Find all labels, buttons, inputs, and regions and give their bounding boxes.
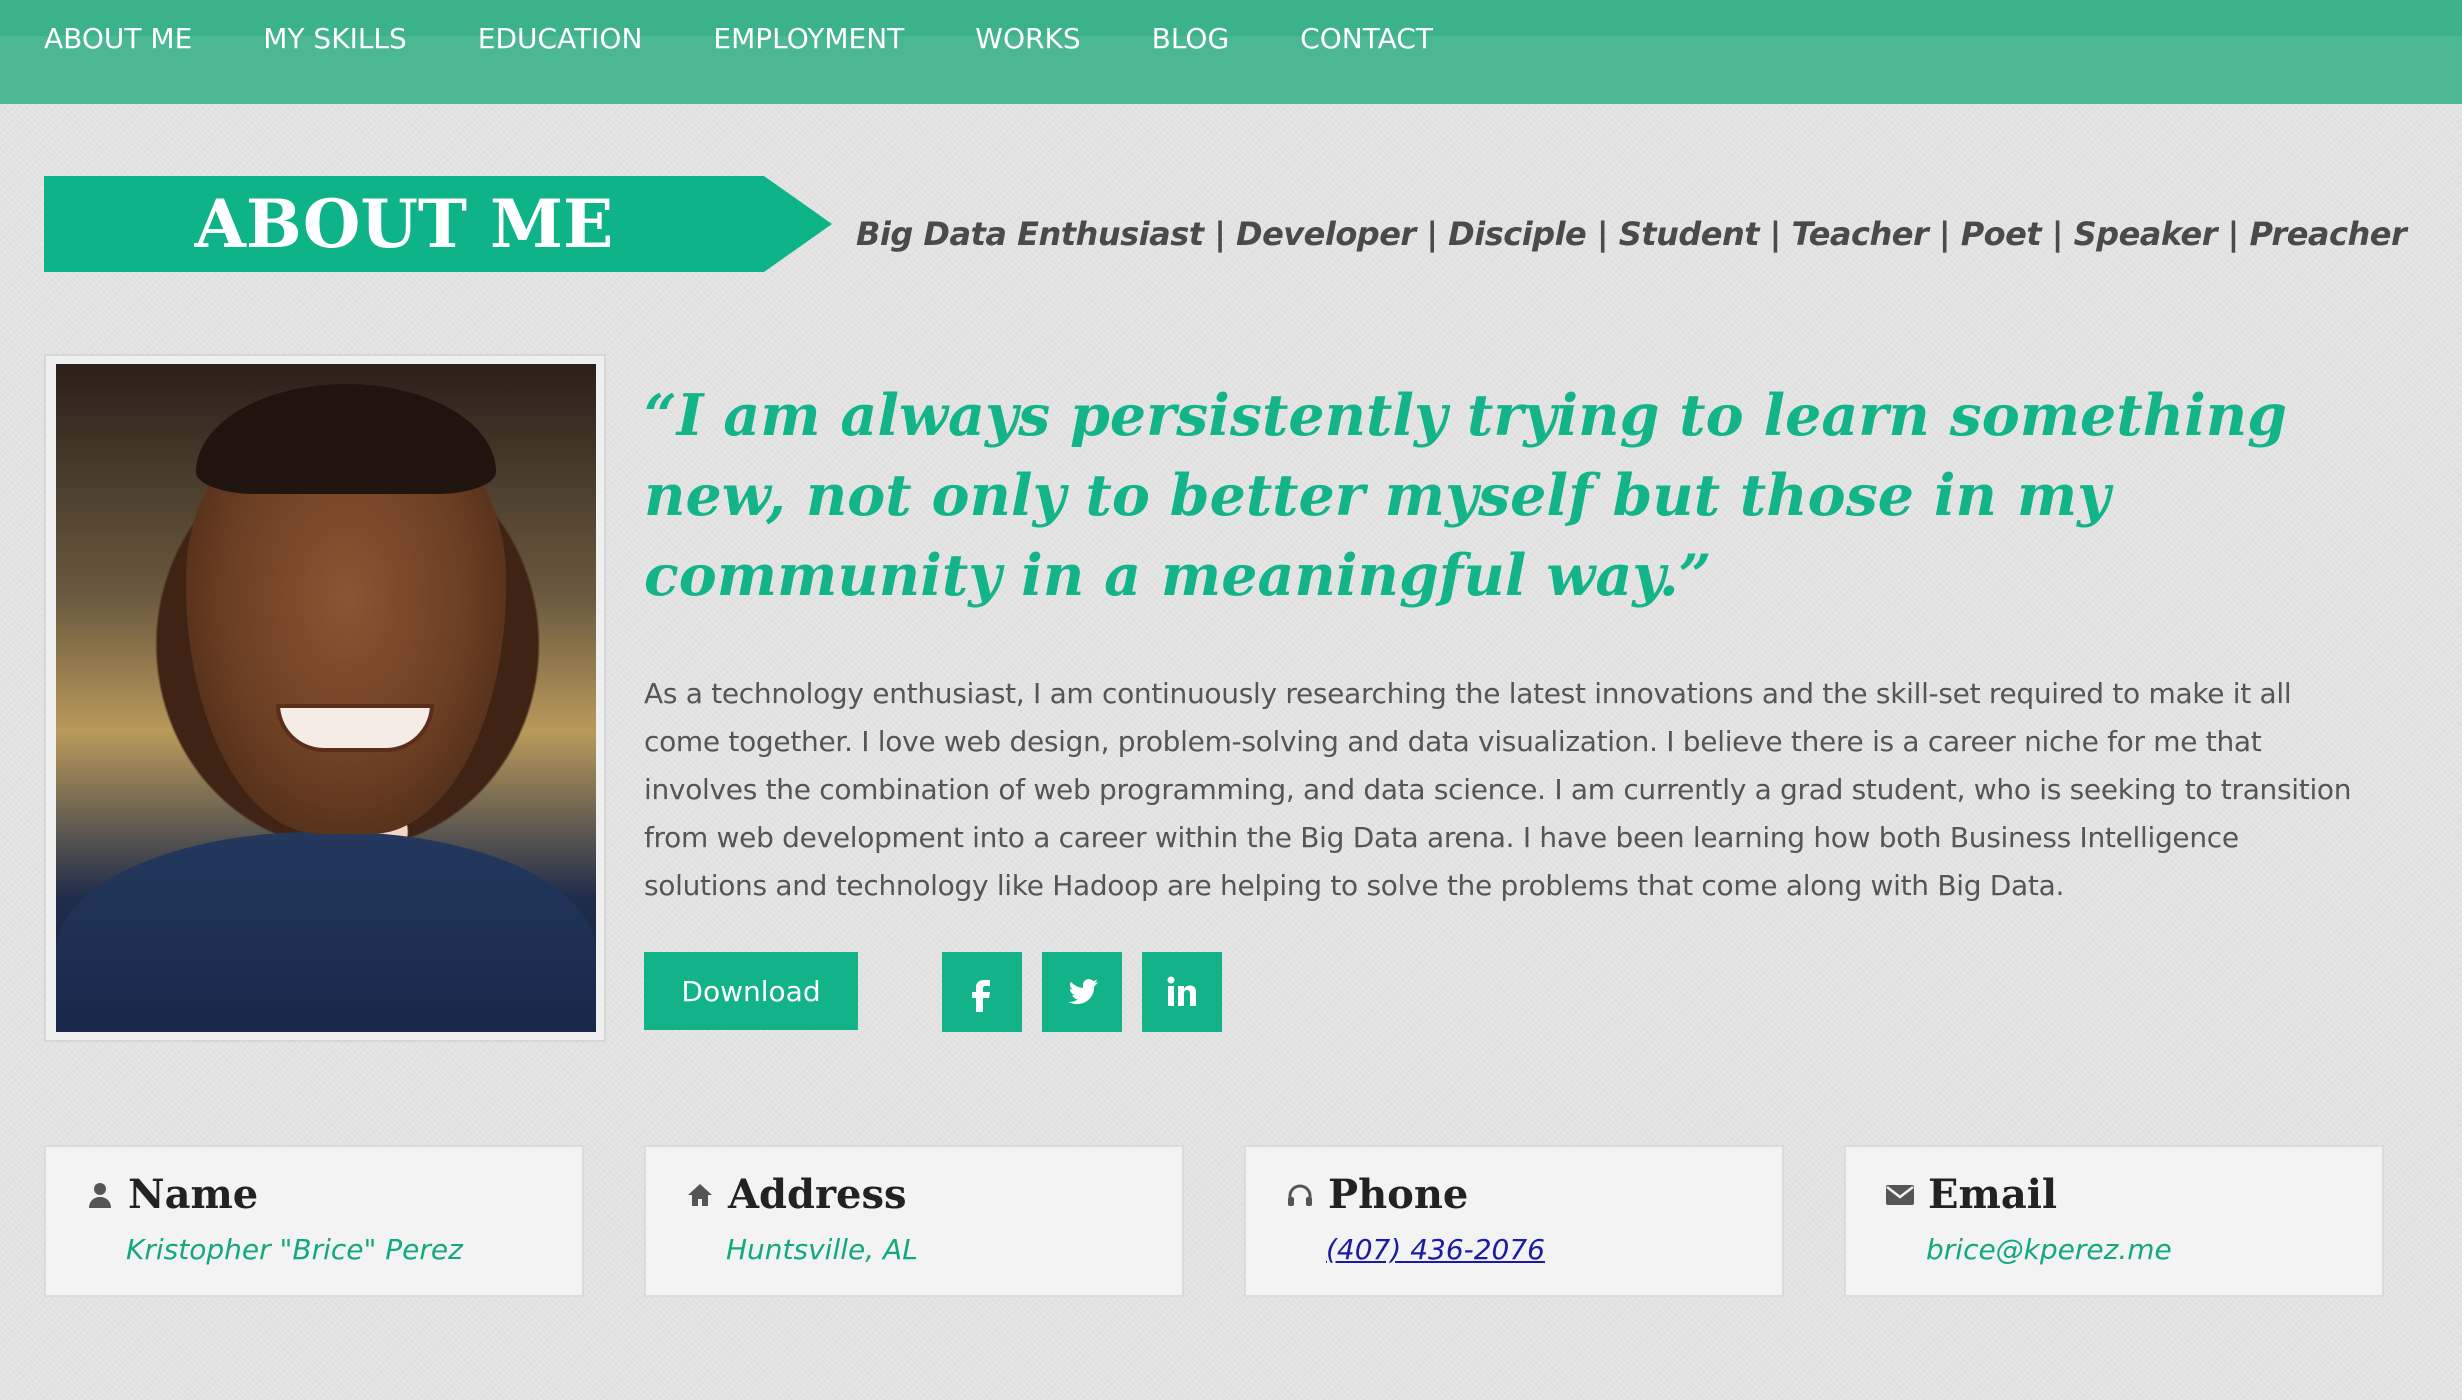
download-button[interactable]: Download [644,952,858,1030]
card-label: Phone [1328,1171,1469,1218]
home-icon [686,1181,714,1209]
card-heading: Phone [1286,1171,1468,1218]
envelope-icon [1886,1181,1914,1209]
profile-photo [56,364,596,1032]
nav-item-employment[interactable]: EMPLOYMENT [713,22,904,55]
photo-shirt [56,832,596,1032]
nav-item-works[interactable]: WORKS [975,22,1080,55]
twitter-button[interactable] [1042,952,1122,1032]
section-tagline: Big Data Enthusiast | Developer | Discip… [856,215,2407,253]
photo-smile [276,704,434,752]
card-label: Name [128,1171,259,1218]
nav-item-blog[interactable]: BLOG [1152,22,1230,55]
about-quote: “I am always persistently trying to lear… [644,382,2288,609]
photo-hair [196,384,496,494]
card-value-name: Kristopher "Brice" Perez [126,1233,463,1266]
nav-items: ABOUT ME MY SKILLS EDUCATION EMPLOYMENT … [44,22,1504,55]
top-navigation: ABOUT ME MY SKILLS EDUCATION EMPLOYMENT … [0,0,2462,104]
facebook-button[interactable] [942,952,1022,1032]
nav-item-my-skills[interactable]: MY SKILLS [263,22,407,55]
headphones-icon [1286,1181,1314,1209]
card-value-address: Huntsville, AL [726,1233,918,1266]
card-heading: Email [1886,1171,2057,1218]
about-bio: As a technology enthusiast, I am continu… [644,677,2352,902]
card-label: Email [1928,1171,2058,1218]
linkedin-icon [1167,976,1196,1006]
card-heading: Name [86,1171,258,1218]
nav-item-contact[interactable]: CONTACT [1300,22,1433,55]
contact-card-email: Email brice@kperez.me [1844,1145,2384,1297]
section-banner-arrow [764,176,832,272]
nav-item-about-me[interactable]: ABOUT ME [44,22,192,55]
facebook-icon [972,980,990,1012]
twitter-icon [1068,979,1098,1005]
nav-item-education[interactable]: EDUCATION [478,22,643,55]
contact-card-name: Name Kristopher "Brice" Perez [44,1145,584,1297]
card-label: Address [728,1171,907,1218]
phone-link[interactable]: (407) 436-2076 [1326,1233,1545,1266]
contact-card-address: Address Huntsville, AL [644,1145,1184,1297]
contact-card-phone: Phone (407) 436-2076 [1244,1145,1784,1297]
card-value-email[interactable]: brice@kperez.me [1926,1233,2172,1266]
section-title: ABOUT ME [194,185,614,263]
card-heading: Address [686,1171,907,1218]
user-icon [86,1181,114,1209]
linkedin-button[interactable] [1142,952,1222,1032]
